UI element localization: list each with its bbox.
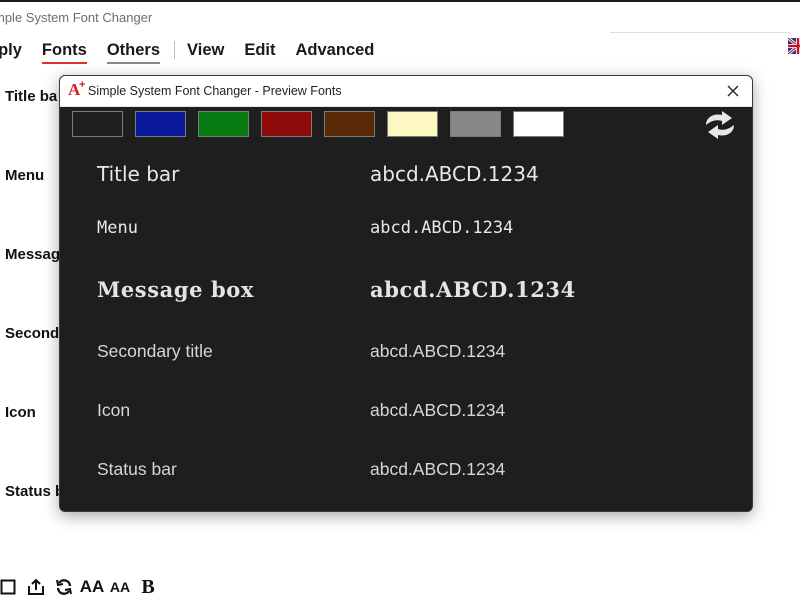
row-label: Message box xyxy=(97,277,255,302)
row-label: Secondary title xyxy=(97,341,213,361)
menu-bar: pply Fonts Others View Edit Advanced xyxy=(0,38,394,64)
save-icon[interactable] xyxy=(0,576,20,598)
refresh-icon[interactable] xyxy=(52,576,76,598)
swatch-gray[interactable] xyxy=(450,111,501,137)
row-sample: abcd.ABCD.1234 xyxy=(370,162,539,186)
row-label: Icon xyxy=(97,400,131,420)
side-label-secondary-title: Second xyxy=(5,325,60,342)
swatch-cream[interactable] xyxy=(387,111,438,137)
uk-flag-icon[interactable] xyxy=(788,38,800,54)
font-large-icon[interactable]: AA xyxy=(80,576,105,598)
main-window-title: mple System Font Changer xyxy=(0,10,153,25)
row-sample: abcd.ABCD.1234 xyxy=(370,341,506,361)
app-logo-icon: A + xyxy=(68,79,86,99)
menu-apply[interactable]: pply xyxy=(0,41,22,60)
preview-row-title-bar: Title bar abcd.ABCD.1234 xyxy=(97,162,539,186)
preview-fonts-dialog: A + Simple System Font Changer - Preview… xyxy=(59,75,753,512)
menu-edit[interactable]: Edit xyxy=(244,41,275,60)
export-icon[interactable] xyxy=(24,576,48,598)
menu-advanced[interactable]: Advanced xyxy=(296,41,375,60)
menu-view[interactable]: View xyxy=(187,41,224,60)
row-sample: abcd.ABCD.1234 xyxy=(370,277,576,302)
preview-row-status-bar: Status bar abcd.ABCD.1234 xyxy=(97,459,505,480)
dialog-title: Simple System Font Changer - Preview Fon… xyxy=(88,84,342,98)
row-label: Title bar xyxy=(97,162,180,186)
swatch-brown[interactable] xyxy=(324,111,375,137)
row-label: Menu xyxy=(97,218,138,238)
dialog-title-bar[interactable]: A + Simple System Font Changer - Preview… xyxy=(60,76,752,107)
side-label-menu: Menu xyxy=(5,167,45,184)
swatch-green[interactable] xyxy=(198,111,249,137)
color-swatches xyxy=(72,111,576,137)
toolbar-divider xyxy=(610,32,790,33)
swatch-blue[interactable] xyxy=(135,111,186,137)
bold-icon[interactable]: B xyxy=(136,576,160,598)
row-sample: abcd.ABCD.1234 xyxy=(370,459,506,479)
row-sample: abcd.ABCD.1234 xyxy=(370,218,514,238)
preview-row-menu: Menu abcd.ABCD.1234 xyxy=(97,218,513,238)
swatch-white[interactable] xyxy=(513,111,564,137)
row-sample: abcd.ABCD.1234 xyxy=(370,400,506,420)
side-label-message-box: Messag xyxy=(5,246,61,263)
side-label-icon: Icon xyxy=(5,404,36,421)
menu-fonts[interactable]: Fonts xyxy=(41,41,87,64)
preview-row-message-box: Message box abcd.ABCD.1234 xyxy=(97,277,576,302)
side-label-status-bar: Status b xyxy=(5,483,65,500)
close-icon[interactable] xyxy=(722,80,744,102)
preview-row-icon: Icon abcd.ABCD.1234 xyxy=(97,400,505,421)
swatch-black[interactable] xyxy=(72,111,123,137)
font-small-icon[interactable]: AA xyxy=(108,576,132,598)
swap-colors-icon[interactable] xyxy=(700,109,740,141)
swatch-red[interactable] xyxy=(261,111,312,137)
window-top-border xyxy=(0,0,800,2)
bottom-toolbar: AA AA B xyxy=(0,576,164,598)
preview-row-secondary-title: Secondary title abcd.ABCD.1234 xyxy=(97,341,505,362)
side-label-title-bar: Title ba xyxy=(5,88,58,105)
menu-others[interactable]: Others xyxy=(106,41,161,64)
menu-separator xyxy=(174,41,176,59)
row-label: Status bar xyxy=(97,459,177,479)
